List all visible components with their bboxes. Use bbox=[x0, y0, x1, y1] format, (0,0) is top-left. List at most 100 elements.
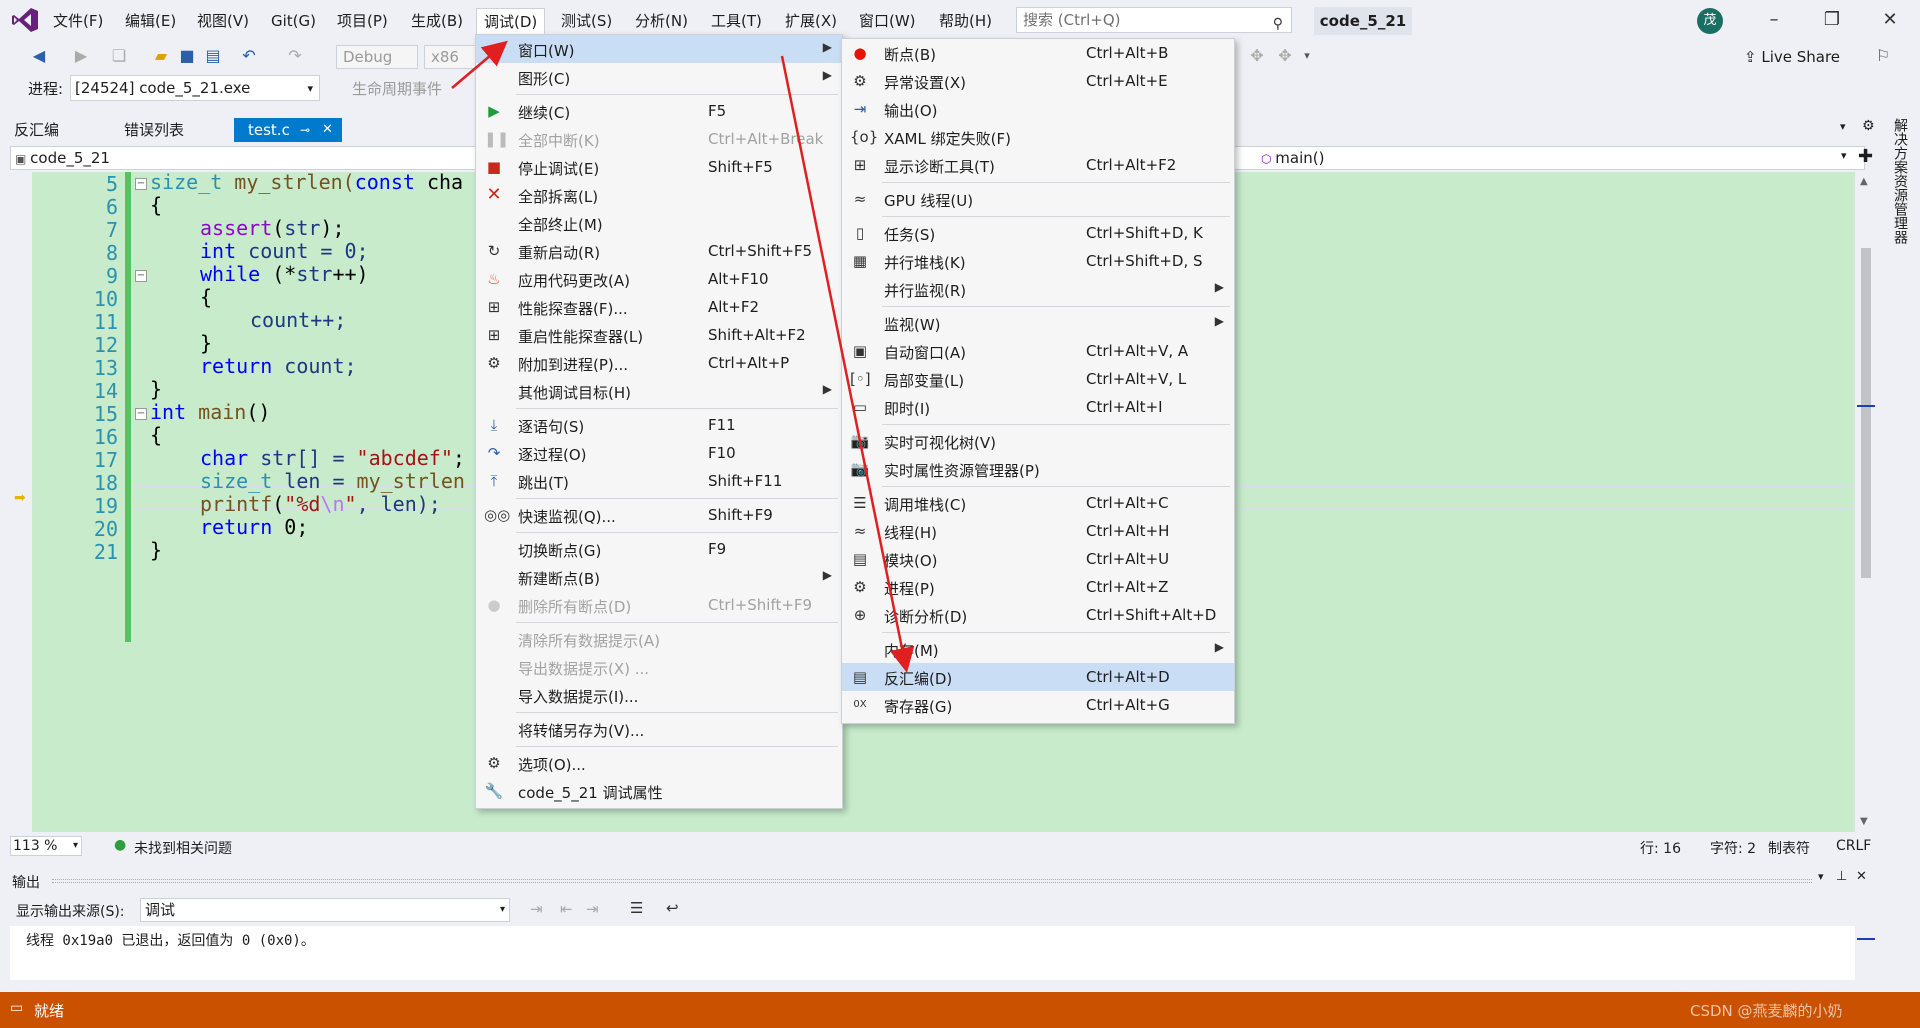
menu-project[interactable]: 项目(P) bbox=[330, 8, 395, 34]
process-combo[interactable]: [24524] code_5_21.exe ▾ bbox=[70, 75, 320, 101]
pane-options-icon[interactable]: ▾ bbox=[1818, 870, 1824, 883]
menu-item-step-out[interactable]: ⤒ 跳出(T) Shift+F11 bbox=[476, 467, 842, 495]
pane-drag-grip[interactable] bbox=[52, 879, 1812, 883]
eol-indicator[interactable]: CRLF bbox=[1836, 838, 1871, 854]
split-editor-icon[interactable]: ✚ bbox=[1858, 146, 1873, 167]
menu-item-performance-profiler[interactable]: ⊞ 性能探查器(F)... Alt+F2 bbox=[476, 293, 842, 321]
solution-explorer-side-tab[interactable]: 解决方案资源管理器 bbox=[1886, 118, 1910, 258]
menu-item-registers[interactable]: 0X 寄存器(G) Ctrl+Alt+G bbox=[842, 691, 1234, 719]
menu-build[interactable]: 生成(B) bbox=[404, 8, 470, 34]
menu-view[interactable]: 视图(V) bbox=[190, 8, 256, 34]
menu-item-autos[interactable]: ▣ 自动窗口(A) Ctrl+Alt+V, A bbox=[842, 337, 1234, 365]
menu-item-restart[interactable]: ↻ 重新启动(R) Ctrl+Shift+F5 bbox=[476, 237, 842, 265]
menu-item-live-visual-tree[interactable]: 📷 实时可视化树(V) bbox=[842, 427, 1234, 455]
menu-item-live-property-explorer[interactable]: 📷 实时属性资源管理器(P) bbox=[842, 455, 1234, 483]
menu-item-xaml-binding-failures[interactable]: {o} XAML 绑定失败(F) bbox=[842, 123, 1234, 151]
collapse-icon[interactable]: − bbox=[135, 178, 147, 190]
menu-item-clear-all-datatips[interactable]: 清除所有数据提示(A) bbox=[476, 625, 842, 653]
menu-item-export-datatips[interactable]: 导出数据提示(X) ... bbox=[476, 653, 842, 681]
search-input[interactable]: 搜索 (Ctrl+Q) ⚲ bbox=[1016, 7, 1292, 33]
scroll-down-icon[interactable]: ▼ bbox=[1860, 816, 1868, 827]
output-source-combo[interactable]: 调试 ▾ bbox=[140, 898, 510, 922]
undo-icon[interactable]: ↶ bbox=[238, 45, 260, 67]
menu-item-disassembly[interactable]: ▤ 反汇编(D) Ctrl+Alt+D bbox=[842, 663, 1234, 691]
menu-test[interactable]: 测试(S) bbox=[554, 8, 619, 34]
visual-studio-logo-icon[interactable] bbox=[10, 6, 40, 34]
menu-item-step-into[interactable]: ⤓ 逐语句(S) F11 bbox=[476, 411, 842, 439]
menu-tools[interactable]: 工具(T) bbox=[704, 8, 769, 34]
collapse-icon[interactable]: − bbox=[135, 270, 147, 282]
scroll-up-icon[interactable]: ▲ bbox=[1860, 176, 1868, 187]
menu-item-continue[interactable]: ▶ 继续(C) F5 bbox=[476, 97, 842, 125]
menu-item-window[interactable]: 窗口(W) ▶ bbox=[476, 35, 842, 63]
vertical-scrollbar[interactable]: ▲ ▼ bbox=[1857, 172, 1875, 832]
menu-item-immediate[interactable]: ▭ 即时(I) Ctrl+Alt+I bbox=[842, 393, 1234, 421]
collapse-icon[interactable]: − bbox=[135, 408, 147, 420]
menu-window[interactable]: 窗口(W) bbox=[852, 8, 923, 34]
menu-item-delete-all-breakpoints[interactable]: ● 删除所有断点(D) Ctrl+Shift+F9 bbox=[476, 591, 842, 619]
forward-icon[interactable]: ▶ bbox=[70, 45, 92, 67]
project-scope-combo[interactable]: ▣ code_5_21 bbox=[15, 149, 110, 167]
menu-item-diagnostic-analysis[interactable]: ⊕ 诊断分析(D) Ctrl+Shift+Alt+D bbox=[842, 601, 1234, 629]
close-icon[interactable]: ✕ bbox=[1870, 6, 1910, 34]
redo-icon[interactable]: ↷ bbox=[284, 45, 306, 67]
output-text-area[interactable]: 线程 0x19a0 已退出，返回值为 0 (0x0)。 bbox=[10, 926, 1855, 980]
settings-gear-icon[interactable]: ⚙ bbox=[1862, 118, 1875, 134]
menu-file[interactable]: 文件(F) bbox=[46, 8, 110, 34]
char-indicator[interactable]: 字符: 2 bbox=[1710, 838, 1756, 858]
menu-item-options[interactable]: ⚙ 选项(O)... bbox=[476, 749, 842, 777]
menu-item-relaunch-profiler[interactable]: ⊞ 重启性能探查器(L) Shift+Alt+F2 bbox=[476, 321, 842, 349]
menu-item-call-stack[interactable]: ☰ 调用堆栈(C) Ctrl+Alt+C bbox=[842, 489, 1234, 517]
menu-item-gpu-threads[interactable]: ≈ GPU 线程(U) bbox=[842, 185, 1234, 213]
open-folder-icon[interactable]: ▰ bbox=[150, 45, 172, 67]
tab-list-icon[interactable]: ▾ bbox=[1840, 120, 1846, 133]
save-icon[interactable]: ■ bbox=[176, 45, 198, 67]
menu-item-import-datatips[interactable]: 导入数据提示(I)... bbox=[476, 681, 842, 709]
menu-item-breakpoints[interactable]: ● 断点(B) Ctrl+Alt+B bbox=[842, 39, 1234, 67]
menu-item-graphics[interactable]: 图形(C) ▶ bbox=[476, 63, 842, 91]
menu-item-parallel-watch[interactable]: 并行监视(R) ▶ bbox=[842, 275, 1234, 303]
menu-item-watch[interactable]: 监视(W) ▶ bbox=[842, 309, 1234, 337]
configuration-combo[interactable]: Debug bbox=[336, 45, 418, 69]
menu-debug[interactable]: 调试(D) bbox=[476, 8, 546, 34]
tab-disassembly[interactable]: 反汇编 bbox=[0, 118, 73, 142]
menu-item-terminate-all[interactable]: 全部终止(M) bbox=[476, 209, 842, 237]
output-scrollbar[interactable] bbox=[1857, 926, 1875, 980]
bookmark-icon[interactable]: ✥ bbox=[1274, 45, 1296, 67]
menu-item-new-breakpoint[interactable]: 新建断点(B) ▶ bbox=[476, 563, 842, 591]
close-pane-icon[interactable]: ✕ bbox=[1856, 869, 1867, 884]
back-icon[interactable]: ◀ bbox=[28, 45, 50, 67]
menu-item-stop-debugging[interactable]: ■ 停止调试(E) Shift+F5 bbox=[476, 153, 842, 181]
platform-combo[interactable]: x86 bbox=[424, 45, 478, 69]
minimize-icon[interactable]: – bbox=[1754, 6, 1794, 34]
find-message-icon[interactable]: ⇥ bbox=[530, 900, 543, 918]
new-project-icon[interactable]: ❏ bbox=[108, 45, 130, 67]
line-indicator[interactable]: 行: 16 bbox=[1640, 838, 1681, 858]
menu-item-threads[interactable]: ≈ 线程(H) Ctrl+Alt+H bbox=[842, 517, 1234, 545]
menu-item-tasks[interactable]: ▯ 任务(S) Ctrl+Shift+D, K bbox=[842, 219, 1234, 247]
menu-item-break-all[interactable]: ❚❚ 全部中断(K) Ctrl+Alt+Break bbox=[476, 125, 842, 153]
avatar[interactable]: 茂 bbox=[1697, 8, 1723, 34]
live-share-button[interactable]: ⇪ Live Share bbox=[1744, 48, 1840, 66]
member-scope-combo[interactable]: ⬡ main() bbox=[1261, 149, 1324, 167]
next-message-icon[interactable]: ⇥ bbox=[586, 900, 599, 918]
tab-error-list[interactable]: 错误列表 bbox=[110, 118, 198, 142]
close-tab-icon[interactable]: ✕ bbox=[322, 118, 333, 142]
menu-git[interactable]: Git(G) bbox=[264, 8, 323, 34]
tabs-indicator[interactable]: 制表符 bbox=[1768, 838, 1810, 858]
menu-help[interactable]: 帮助(H) bbox=[932, 8, 999, 34]
menu-item-quick-watch[interactable]: ◎◎ 快速监视(Q)... Shift+F9 bbox=[476, 501, 842, 529]
menu-item-output[interactable]: ⇥ 输出(O) bbox=[842, 95, 1234, 123]
zoom-combo[interactable]: 113 % ▾ bbox=[10, 836, 82, 856]
menu-item-processes[interactable]: ⚙ 进程(P) Ctrl+Alt+Z bbox=[842, 573, 1234, 601]
issues-status[interactable]: 未找到相关问题 bbox=[134, 838, 232, 858]
menu-item-attach-to-process[interactable]: ⚙ 附加到进程(P)... Ctrl+Alt+P bbox=[476, 349, 842, 377]
scrollbar-thumb[interactable] bbox=[1861, 248, 1871, 578]
pin-tab-icon[interactable]: ⊸ bbox=[300, 118, 310, 142]
menu-item-modules[interactable]: ▤ 模块(O) Ctrl+Alt+U bbox=[842, 545, 1234, 573]
menu-item-detach-all[interactable]: ✕ 全部拆离(L) bbox=[476, 181, 842, 209]
menu-item-locals[interactable]: [◦] 局部变量(L) Ctrl+Alt+V, L bbox=[842, 365, 1234, 393]
menu-item-diagnostic-tools[interactable]: ⊞ 显示诊断工具(T) Ctrl+Alt+F2 bbox=[842, 151, 1234, 179]
menu-item-parallel-stacks[interactable]: ▦ 并行堆栈(K) Ctrl+Shift+D, S bbox=[842, 247, 1234, 275]
menu-item-other-debug-targets[interactable]: 其他调试目标(H) ▶ bbox=[476, 377, 842, 405]
